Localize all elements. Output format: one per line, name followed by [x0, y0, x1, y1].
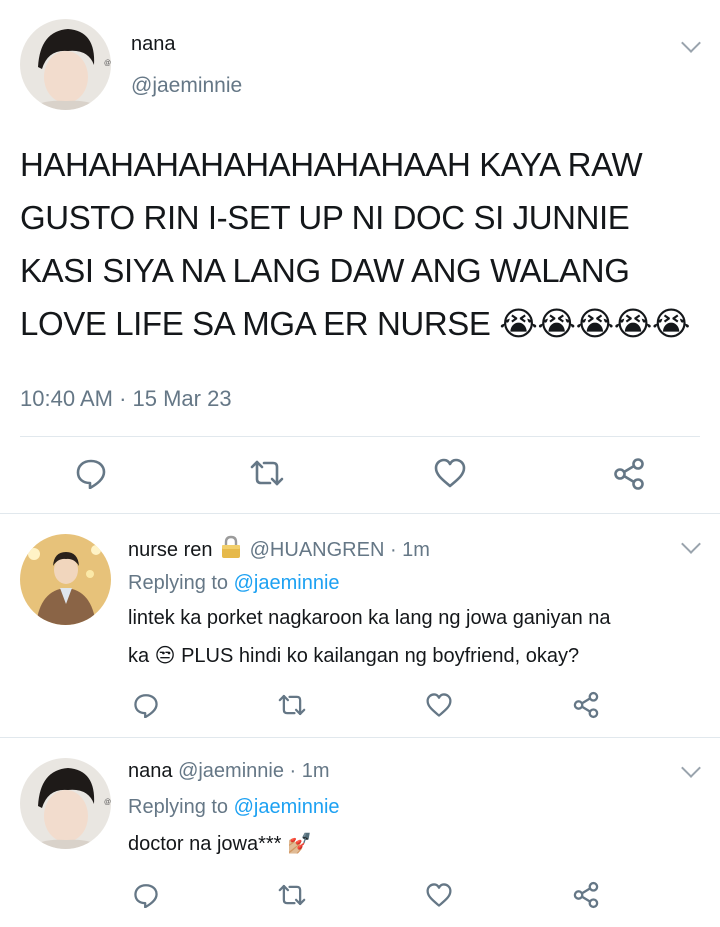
author-handle[interactable]: @HUANGREN: [250, 539, 385, 561]
share-icon[interactable]: [572, 691, 600, 719]
replying-to-label: Replying to: [128, 572, 229, 594]
reply-icon[interactable]: [133, 692, 159, 718]
divider: [20, 436, 700, 437]
author-name[interactable]: nurse ren: [128, 539, 213, 561]
share-icon[interactable]: [572, 881, 600, 909]
reply-time[interactable]: · 1m: [290, 760, 330, 782]
like-icon[interactable]: [425, 692, 453, 718]
reply-text-line: lintek ka porket nagkaroon ka lang ng jo…: [128, 607, 611, 629]
replying-to-link[interactable]: @jaeminnie: [234, 572, 340, 594]
share-icon[interactable]: [612, 457, 646, 491]
like-icon[interactable]: [425, 882, 453, 908]
replying-to: Replying to @jaeminnie: [128, 796, 340, 819]
avatar[interactable]: @J: [20, 758, 111, 849]
lock-icon: [220, 535, 242, 565]
like-icon[interactable]: [433, 457, 467, 489]
replying-to-label: Replying to: [128, 796, 229, 818]
retweet-icon[interactable]: [277, 882, 307, 908]
reply-icon[interactable]: [75, 457, 107, 489]
divider: [0, 737, 720, 738]
author-handle[interactable]: @jaeminnie: [131, 74, 242, 98]
chevron-down-icon[interactable]: [681, 758, 701, 778]
author-name[interactable]: nana: [128, 760, 173, 782]
retweet-icon[interactable]: [249, 457, 285, 489]
avatar[interactable]: [20, 534, 111, 625]
svg-text:@J: @J: [104, 60, 111, 67]
retweet-icon[interactable]: [277, 692, 307, 718]
reply-time[interactable]: · 1m: [390, 539, 430, 561]
reply-header: nurse ren @HUANGREN · 1m: [128, 535, 430, 565]
divider: [0, 513, 720, 514]
replying-to: Replying to @jaeminnie: [128, 572, 340, 595]
chevron-down-icon[interactable]: [681, 33, 701, 53]
reply-header: nana @jaeminnie · 1m: [128, 760, 330, 783]
tweet-timestamp[interactable]: 10:40 AM · 15 Mar 23: [20, 386, 232, 412]
reply-text-line: ka 😒 PLUS hindi ko kailangan ng boyfrien…: [128, 645, 580, 667]
avatar[interactable]: @J: [20, 19, 111, 110]
reply-text-line: doctor na jowa*** 💅🏼: [128, 833, 312, 855]
tweet-text: HAHAHAHAHAHAHAHAHAAH KAYA RAW GUSTO RIN …: [20, 146, 691, 342]
replying-to-link[interactable]: @jaeminnie: [234, 796, 340, 818]
svg-text:@J: @J: [104, 799, 111, 806]
author-name[interactable]: nana: [131, 33, 176, 56]
author-handle[interactable]: @jaeminnie: [178, 760, 284, 782]
reply-icon[interactable]: [133, 882, 159, 908]
chevron-down-icon[interactable]: [681, 534, 701, 554]
